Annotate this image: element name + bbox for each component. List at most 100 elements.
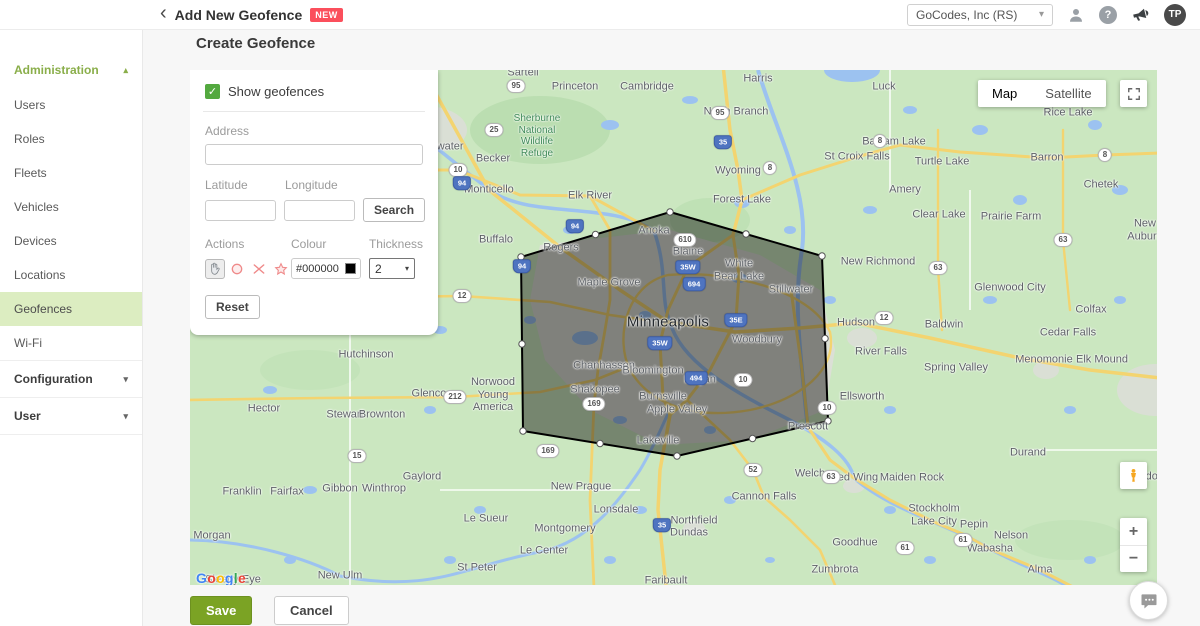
map-type-map-button[interactable]: Map xyxy=(978,80,1031,107)
thickness-value: 2 xyxy=(375,262,382,276)
road-shield: 8 xyxy=(873,134,887,148)
colour-input-wrap xyxy=(291,258,361,279)
road-shield: 169 xyxy=(582,397,605,411)
sidebar-section-label: Configuration xyxy=(14,372,93,386)
road-shield: 63 xyxy=(929,261,948,275)
road-shield: 63 xyxy=(822,470,841,484)
star-tool[interactable] xyxy=(271,259,291,279)
road-shield: 8 xyxy=(763,161,777,175)
street-view-pegman[interactable] xyxy=(1120,462,1147,489)
reset-button[interactable]: Reset xyxy=(205,295,260,319)
check-icon: ✓ xyxy=(208,85,217,98)
sidebar-item-geofences[interactable]: Geofences xyxy=(0,292,142,326)
circle-tool[interactable] xyxy=(227,259,247,279)
longitude-input[interactable] xyxy=(284,200,355,221)
address-label: Address xyxy=(205,124,423,138)
road-shield: 12 xyxy=(453,289,472,303)
page-title: Create Geofence xyxy=(196,35,315,52)
chevron-up-icon: ▴ xyxy=(123,65,128,76)
person-icon[interactable] xyxy=(1067,6,1085,24)
geofence-panel: ✓ Show geofences Address Latitude Longit… xyxy=(190,70,438,335)
road-shield: 52 xyxy=(744,463,763,477)
cancel-button[interactable]: Cancel xyxy=(274,596,349,625)
polygon-tool[interactable] xyxy=(249,259,269,279)
zoom-in-button[interactable]: + xyxy=(1120,518,1147,545)
road-shield: 61 xyxy=(954,533,973,547)
road-shield: 12 xyxy=(875,311,894,325)
latitude-input[interactable] xyxy=(205,200,276,221)
road-shield: 212 xyxy=(443,390,466,404)
hand-icon xyxy=(207,261,223,277)
megaphone-icon[interactable] xyxy=(1129,3,1152,26)
panel-divider xyxy=(203,111,425,112)
address-input[interactable] xyxy=(205,144,423,165)
map-canvas[interactable]: SartellPrincetonCambridgeHarrisLuckRice … xyxy=(190,70,1157,585)
page-header-title: Add New Geofence xyxy=(175,7,303,23)
colour-input[interactable] xyxy=(296,263,342,275)
sidebar-item-locations[interactable]: Locations xyxy=(0,258,142,292)
colour-swatch[interactable] xyxy=(345,263,356,274)
account-selector[interactable]: GoCodes, Inc (RS) ▾ xyxy=(907,4,1053,26)
user-avatar[interactable]: TP xyxy=(1164,4,1186,26)
actions-label: Actions xyxy=(205,237,291,251)
road-shield: 10 xyxy=(449,163,468,177)
top-bar: ‹ Add New Geofence NEW GoCodes, Inc (RS)… xyxy=(0,0,1200,30)
sidebar-item-devices[interactable]: Devices xyxy=(0,224,142,258)
road-shield: 25 xyxy=(485,123,504,137)
sidebar-section-label: Administration xyxy=(14,63,99,77)
road-shield: 610 xyxy=(673,233,696,247)
road-shield: 169 xyxy=(536,444,559,458)
fullscreen-button[interactable] xyxy=(1120,80,1147,107)
sidebar-item-vehicles[interactable]: Vehicles xyxy=(0,190,142,224)
back-icon[interactable]: ‹ xyxy=(160,3,167,23)
save-button[interactable]: Save xyxy=(190,596,252,625)
sidebar-item-wi-fi[interactable]: Wi-Fi xyxy=(0,326,142,360)
road-shield: 63 xyxy=(1054,233,1073,247)
latitude-label: Latitude xyxy=(205,178,285,192)
sidebar-item-fleets[interactable]: Fleets xyxy=(0,156,142,190)
polygon-icon xyxy=(251,261,267,277)
sidebar: Administration ▴ UsersRolesFleetsVehiclesD… xyxy=(0,30,143,626)
map-type-control: Map Satellite xyxy=(978,80,1106,107)
road-shield: 15 xyxy=(348,449,367,463)
road-shield: 94 xyxy=(513,259,531,273)
road-shield: 95 xyxy=(711,106,730,120)
sidebar-section-administration[interactable]: Administration ▴ xyxy=(0,52,142,88)
help-icon[interactable]: ? xyxy=(1099,6,1117,24)
show-geofences-label: Show geofences xyxy=(228,84,324,99)
sidebar-section-configuration[interactable]: Configuration ▾ xyxy=(0,360,142,397)
road-shield: 35W xyxy=(647,336,672,350)
road-shield: 494 xyxy=(685,371,708,385)
zoom-out-button[interactable]: − xyxy=(1120,545,1147,572)
road-shield: 94 xyxy=(566,219,584,233)
pan-hand-tool[interactable] xyxy=(205,259,225,279)
road-shield: 61 xyxy=(896,541,915,555)
show-geofences-checkbox[interactable]: ✓ xyxy=(205,84,220,99)
fullscreen-icon xyxy=(1127,87,1141,101)
road-shield: 35 xyxy=(653,518,671,532)
pegman-icon xyxy=(1126,468,1141,483)
road-shield: 35W xyxy=(675,260,700,274)
circle-icon xyxy=(229,261,245,277)
search-button[interactable]: Search xyxy=(363,198,425,222)
road-shield: 94 xyxy=(453,176,471,190)
sidebar-section-user[interactable]: User ▾ xyxy=(0,397,142,435)
map-type-satellite-button[interactable]: Satellite xyxy=(1031,80,1105,107)
chat-bubble-icon xyxy=(1139,591,1159,611)
road-shield: 10 xyxy=(734,373,753,387)
google-logo: Google xyxy=(196,570,246,585)
thickness-label: Thickness xyxy=(369,237,423,251)
main-content: Create Geofence xyxy=(143,30,1200,626)
road-shield: 35E xyxy=(724,313,747,327)
road-shield: 10 xyxy=(818,401,837,415)
sidebar-section-label: User xyxy=(14,409,41,423)
chevron-down-icon: ▾ xyxy=(123,411,128,422)
road-shield: 694 xyxy=(683,277,706,291)
chat-button[interactable] xyxy=(1129,581,1168,620)
thickness-select[interactable]: 2 ▾ xyxy=(369,258,415,279)
sidebar-item-users[interactable]: Users xyxy=(0,88,142,122)
chevron-down-icon: ▾ xyxy=(123,374,128,385)
star-icon xyxy=(273,261,289,277)
new-badge: NEW xyxy=(310,8,343,22)
sidebar-item-roles[interactable]: Roles xyxy=(0,122,142,156)
